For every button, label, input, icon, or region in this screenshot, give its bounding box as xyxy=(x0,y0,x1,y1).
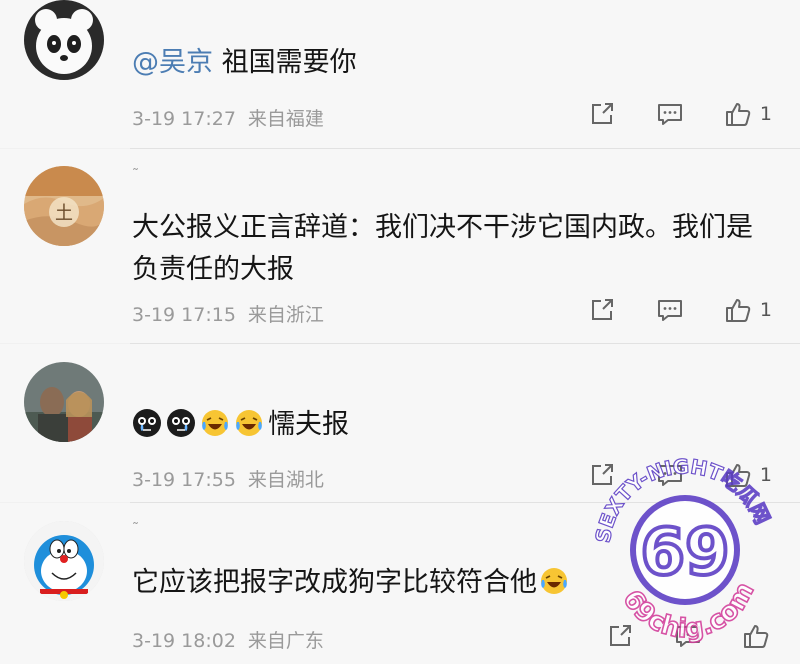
svg-text:土: 土 xyxy=(55,203,73,224)
laughing-tears-emoji xyxy=(234,408,264,438)
username[interactable]: ˜ xyxy=(132,521,139,537)
comment-body: 祖国需要你 xyxy=(221,47,357,78)
desert-avatar[interactable]: 土 xyxy=(24,166,104,246)
comment-meta: 3-19 17:15 来自浙江 xyxy=(132,300,324,327)
comment-actions: 1 xyxy=(588,296,772,324)
laughing-tears-emoji xyxy=(200,408,230,438)
like-count: 1 xyxy=(759,299,772,321)
comment-location: 来自湖北 xyxy=(247,469,324,491)
comment-location: 来自广东 xyxy=(247,630,324,652)
doraemon-avatar[interactable] xyxy=(24,521,104,601)
share-icon[interactable] xyxy=(588,296,616,324)
comment-body: 它应该把报字改成狗字比较符合他 xyxy=(132,567,537,598)
comment-meta: 3-19 17:27 来自福建 xyxy=(132,104,324,131)
comment-icon[interactable] xyxy=(656,100,684,128)
laughing-tears-emoji xyxy=(539,566,569,596)
comment-time: 3-19 17:15 xyxy=(132,304,236,326)
comment-actions: 1 xyxy=(588,100,772,128)
watermark-center: 69 xyxy=(640,516,729,590)
comment-item: @吴京 祖国需要你 3-19 17:27 来自福建 1 xyxy=(0,0,800,148)
panda-avatar[interactable] xyxy=(24,0,104,80)
mention-link[interactable]: @吴京 xyxy=(132,47,213,78)
username[interactable]: ˜ xyxy=(132,167,139,183)
like-icon[interactable] xyxy=(724,100,752,128)
comment-time: 3-19 18:02 xyxy=(132,630,236,652)
comment-icon[interactable] xyxy=(656,296,684,324)
crying-dark-emoji xyxy=(166,408,196,438)
comment-time: 3-19 17:27 xyxy=(132,108,236,130)
comment-meta: 3-19 17:55 来自湖北 xyxy=(132,465,324,492)
comment-text: @吴京 祖国需要你 xyxy=(132,42,770,84)
photo-avatar[interactable] xyxy=(24,362,104,442)
comment-text: 大公报义正言辞道：我们决不干涉它国内政。我们是负责任的大报 xyxy=(132,212,753,285)
comment-location: 来自浙江 xyxy=(247,304,324,326)
comment-time: 3-19 17:55 xyxy=(132,469,236,491)
comment-body: 懦夫报 xyxy=(268,409,349,440)
crying-dark-emoji xyxy=(132,408,162,438)
comment-item: 土 ˜ 大公报义正言辞道：我们决不干涉它国内政。我们是负责任的大报 3-19 1… xyxy=(0,149,800,343)
comment-location: 来自福建 xyxy=(247,108,324,130)
like-icon[interactable] xyxy=(724,296,752,324)
watermark-logo: 69 SEXTY-NIGHT吃瓜网 69chig.com xyxy=(580,440,790,650)
comment-meta: 3-19 18:02 来自广东 xyxy=(132,626,324,653)
share-icon[interactable] xyxy=(588,100,616,128)
like-count: 1 xyxy=(759,103,772,125)
